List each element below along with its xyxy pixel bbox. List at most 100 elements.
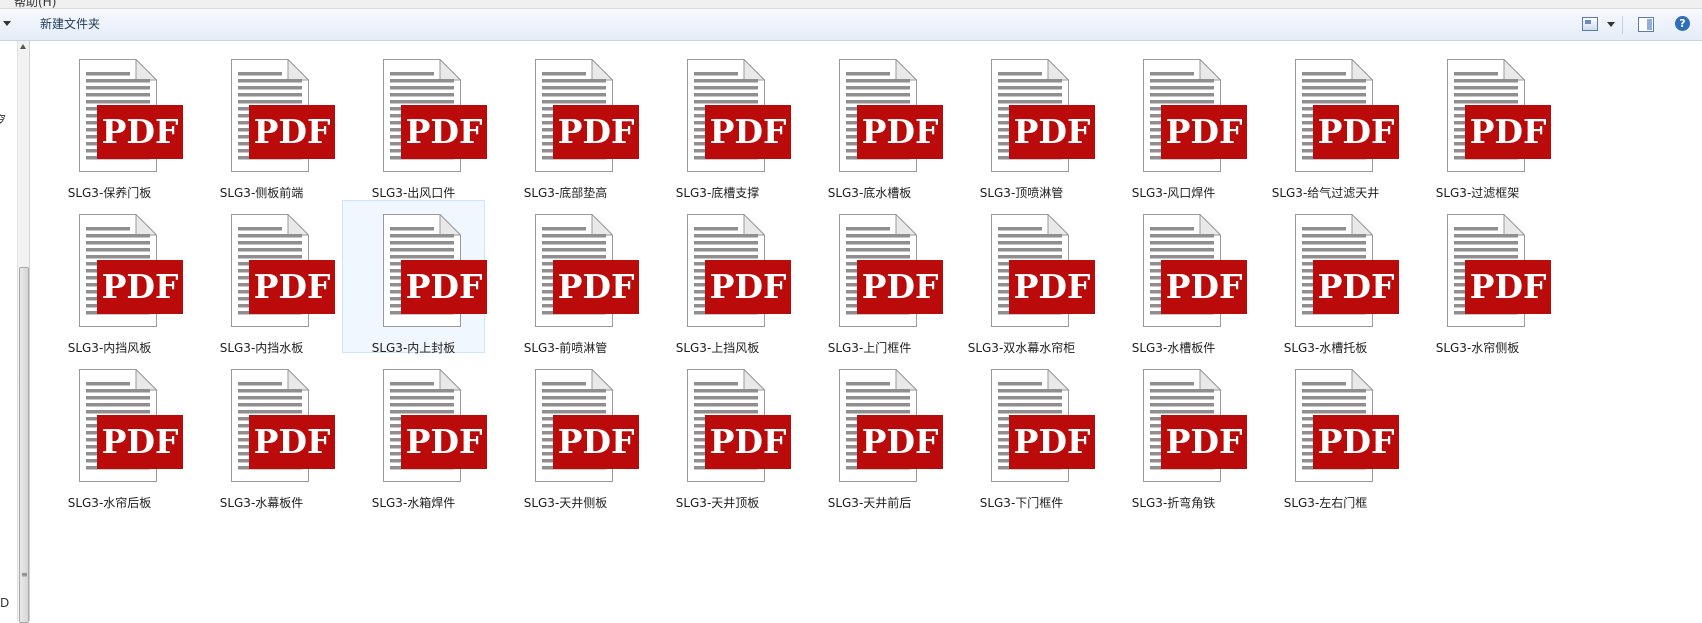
pdf-file-icon: PDF	[231, 369, 335, 482]
file-item[interactable]: PDF SLG3-过滤框架	[1406, 45, 1551, 200]
pdf-file-icon: PDF	[1295, 214, 1399, 327]
view-icon[interactable]	[1582, 17, 1598, 31]
pdf-file-icon: PDF	[1447, 59, 1551, 172]
file-name: SLG3-过滤框架	[1435, 186, 1520, 200]
file-item[interactable]: PDF SLG3-天井顶板	[646, 355, 791, 510]
pdf-file-icon: PDF	[1143, 214, 1247, 327]
file-item[interactable]: PDF SLG3-底部垫高	[494, 45, 639, 200]
file-name: SLG3-水帘后板	[67, 496, 152, 510]
pdf-badge: PDF	[1465, 105, 1551, 159]
file-name: SLG3-内上封板	[371, 341, 456, 355]
file-item[interactable]: PDF SLG3-内上封板	[342, 200, 487, 355]
file-item[interactable]: PDF SLG3-水箱焊件	[342, 355, 487, 510]
file-item[interactable]: PDF SLG3-天井侧板	[494, 355, 639, 510]
pdf-file-icon: PDF	[79, 369, 183, 482]
file-item[interactable]: PDF SLG3-给气过滤天井	[1254, 45, 1399, 200]
navigation-pane: 穸 D	[0, 41, 17, 621]
pdf-file-icon: PDF	[991, 214, 1095, 327]
menu-item-help[interactable]: 帮助(H)	[14, 0, 56, 8]
pdf-badge: PDF	[705, 415, 791, 469]
toolbar-divider	[1622, 16, 1623, 34]
file-name: SLG3-内挡风板	[67, 341, 152, 355]
file-name: SLG3-给气过滤天井	[1271, 186, 1380, 200]
pdf-file-icon: PDF	[231, 59, 335, 172]
scroll-up-arrow-icon[interactable]	[20, 44, 26, 49]
pdf-badge: PDF	[249, 260, 335, 314]
pdf-file-icon: PDF	[839, 214, 943, 327]
file-name: SLG3-水槽托板	[1283, 341, 1368, 355]
view-options-chevron-down-icon[interactable]	[1607, 22, 1615, 27]
new-folder-button[interactable]: 新建文件夹	[34, 15, 106, 34]
nav-item-cut-label-2[interactable]: D	[0, 596, 9, 610]
file-item[interactable]: PDF SLG3-水槽托板	[1254, 200, 1399, 355]
pdf-file-icon: PDF	[79, 214, 183, 327]
pdf-badge: PDF	[1009, 415, 1095, 469]
file-item[interactable]: PDF SLG3-上挡风板	[646, 200, 791, 355]
file-name: SLG3-底水槽板	[827, 186, 912, 200]
file-item[interactable]: PDF SLG3-顶喷淋管	[950, 45, 1095, 200]
pdf-badge: PDF	[857, 415, 943, 469]
file-name: SLG3-水槽板件	[1131, 341, 1216, 355]
pdf-badge: PDF	[1161, 260, 1247, 314]
file-item[interactable]: PDF SLG3-水槽板件	[1102, 200, 1247, 355]
pdf-badge: PDF	[249, 415, 335, 469]
file-item[interactable]: PDF SLG3-出风口件	[342, 45, 487, 200]
pdf-badge: PDF	[1313, 260, 1399, 314]
pdf-file-icon: PDF	[383, 369, 487, 482]
file-item[interactable]: PDF SLG3-底槽支撑	[646, 45, 791, 200]
file-item[interactable]: PDF SLG3-水幕板件	[190, 355, 335, 510]
nav-item-cut-label[interactable]: 穸	[0, 111, 6, 128]
pdf-file-icon: PDF	[231, 214, 335, 327]
file-name: SLG3-水箱焊件	[371, 496, 456, 510]
pdf-badge: PDF	[705, 260, 791, 314]
file-name: SLG3-左右门框	[1283, 496, 1368, 510]
file-item[interactable]: PDF SLG3-前喷淋管	[494, 200, 639, 355]
pdf-file-icon: PDF	[1447, 214, 1551, 327]
preview-pane-icon[interactable]	[1638, 17, 1654, 32]
file-item[interactable]: PDF SLG3-水帘后板	[38, 355, 183, 510]
file-item[interactable]: PDF SLG3-内挡水板	[190, 200, 335, 355]
pdf-file-icon: PDF	[1143, 369, 1247, 482]
file-name: SLG3-前喷淋管	[523, 341, 608, 355]
file-name: SLG3-下门框件	[979, 496, 1064, 510]
file-name: SLG3-双水幕水帘柜	[967, 341, 1076, 355]
pdf-file-icon: PDF	[535, 369, 639, 482]
pdf-badge: PDF	[97, 260, 183, 314]
file-item[interactable]: PDF SLG3-底水槽板	[798, 45, 943, 200]
file-item[interactable]: PDF SLG3-侧板前端	[190, 45, 335, 200]
pdf-badge: PDF	[1009, 105, 1095, 159]
file-item[interactable]: PDF SLG3-双水幕水帘柜	[950, 200, 1095, 355]
file-name: SLG3-折弯角铁	[1131, 496, 1216, 510]
file-name: SLG3-出风口件	[371, 186, 456, 200]
organize-dropdown-arrow-icon[interactable]	[3, 21, 11, 26]
pdf-badge: PDF	[401, 105, 487, 159]
file-item[interactable]: PDF SLG3-保养门板	[38, 45, 183, 200]
pdf-file-icon: PDF	[687, 59, 791, 172]
pdf-file-icon: PDF	[991, 369, 1095, 482]
file-item[interactable]: PDF SLG3-上门框件	[798, 200, 943, 355]
pdf-file-icon: PDF	[1295, 369, 1399, 482]
file-item[interactable]: PDF SLG3-左右门框	[1254, 355, 1399, 510]
pdf-file-icon: PDF	[383, 59, 487, 172]
file-name: SLG3-天井顶板	[675, 496, 760, 510]
pdf-file-icon: PDF	[687, 214, 791, 327]
scrollbar-grip-icon: ≡	[21, 570, 28, 579]
pdf-file-icon: PDF	[535, 214, 639, 327]
pdf-file-icon: PDF	[1143, 59, 1247, 172]
file-item[interactable]: PDF SLG3-内挡风板	[38, 200, 183, 355]
file-list: PDF SLG3-保养门板 PDF SLG3-侧板前端 PDF SLG3-出风口件 PDF S…	[28, 41, 1702, 621]
file-item[interactable]: PDF SLG3-下门框件	[950, 355, 1095, 510]
pdf-badge: PDF	[1161, 415, 1247, 469]
file-name: SLG3-底槽支撑	[675, 186, 760, 200]
file-item[interactable]: PDF SLG3-天井前后	[798, 355, 943, 510]
file-item[interactable]: PDF SLG3-风口焊件	[1102, 45, 1247, 200]
pdf-badge: PDF	[401, 260, 487, 314]
pdf-badge: PDF	[1009, 260, 1095, 314]
pdf-badge: PDF	[401, 415, 487, 469]
file-name: SLG3-顶喷淋管	[979, 186, 1064, 200]
file-item[interactable]: PDF SLG3-水帘侧板	[1406, 200, 1551, 355]
file-name: SLG3-保养门板	[67, 186, 152, 200]
pdf-badge: PDF	[705, 105, 791, 159]
file-item[interactable]: PDF SLG3-折弯角铁	[1102, 355, 1247, 510]
help-icon[interactable]: ?	[1675, 16, 1690, 31]
